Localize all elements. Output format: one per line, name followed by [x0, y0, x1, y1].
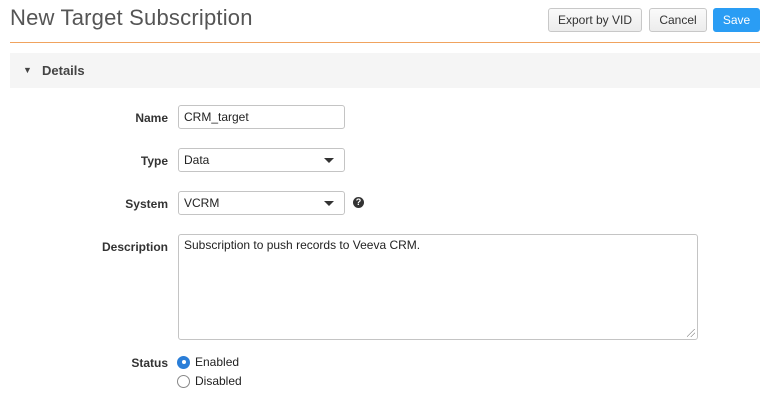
type-select-value: Data: [184, 153, 210, 167]
caret-down-icon[interactable]: ▼: [23, 66, 33, 75]
name-input[interactable]: CRM_target: [178, 105, 345, 129]
radio-selected-icon[interactable]: [177, 355, 190, 369]
description-label: Description: [101, 240, 168, 254]
status-disabled-option[interactable]: Disabled: [177, 373, 242, 389]
description-textarea[interactable]: Subscription to push records to Veeva CR…: [178, 234, 698, 340]
dropdown-arrow-icon: [324, 201, 334, 206]
page-title: New Target Subscription: [10, 5, 253, 30]
cancel-button[interactable]: Cancel: [649, 8, 707, 32]
status-enabled-option[interactable]: Enabled: [177, 354, 239, 370]
save-button[interactable]: Save: [713, 8, 760, 32]
export-by-vid-button[interactable]: Export by VID: [548, 8, 642, 32]
system-select[interactable]: VCRM: [178, 191, 345, 215]
title-divider: [10, 42, 760, 43]
name-label: Name: [135, 111, 168, 125]
help-icon[interactable]: ?: [353, 197, 364, 208]
section-title: Details: [42, 63, 85, 78]
system-label: System: [125, 197, 168, 211]
description-value: Subscription to push records to Veeva CR…: [184, 238, 421, 252]
type-label: Type: [140, 154, 168, 168]
name-input-value: CRM_target: [184, 110, 249, 124]
details-section-header[interactable]: ▼ Details: [10, 53, 760, 88]
system-select-value: VCRM: [184, 196, 220, 210]
status-label: Status: [131, 356, 168, 370]
type-select[interactable]: Data: [178, 148, 345, 172]
status-disabled-label: Disabled: [195, 374, 242, 388]
status-enabled-label: Enabled: [195, 355, 240, 369]
resize-grip-icon[interactable]: [687, 329, 695, 337]
radio-unselected-icon[interactable]: [177, 374, 190, 388]
dropdown-arrow-icon: [324, 158, 334, 163]
